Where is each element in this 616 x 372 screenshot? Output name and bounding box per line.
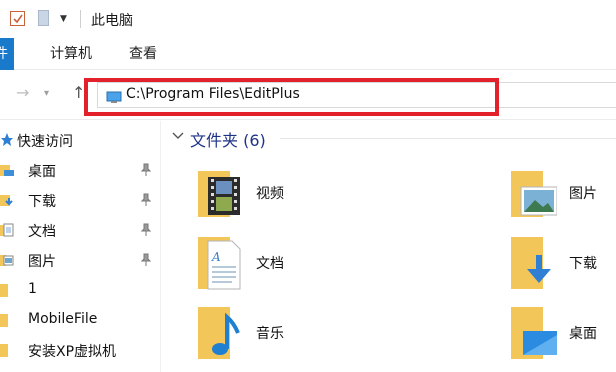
nav-item-xp-vm[interactable]: 安装XP虚拟机 (0, 336, 160, 366)
folder-tile-label: 音乐 (256, 326, 284, 342)
properties-quick-access-icon[interactable] (10, 11, 25, 26)
pictures-folder-icon (511, 171, 557, 217)
desktop-folder-icon (511, 307, 557, 359)
recent-locations-chevron-icon[interactable]: ▾ (44, 88, 49, 99)
nav-item-pictures[interactable]: 图片 (0, 246, 160, 276)
svg-text:A: A (211, 250, 221, 264)
nav-item-label: 下载 (28, 194, 56, 210)
nav-item-desktop[interactable]: 桌面 (0, 156, 160, 186)
folder-icon (0, 314, 8, 327)
tab-file[interactable]: 件 (0, 38, 14, 70)
nav-item-mobilefile[interactable]: MobileFile (0, 306, 160, 336)
folder-tile-documents[interactable]: A 文档 (196, 235, 396, 305)
nav-quick-access-label: 快速访问 (17, 134, 73, 150)
nav-item-label: 图片 (28, 254, 56, 270)
nav-item-downloads[interactable]: 下载 (0, 186, 160, 216)
folder-tile-label: 桌面 (569, 326, 597, 342)
highlight-box (84, 78, 499, 116)
music-folder-icon (198, 307, 240, 359)
pin-icon[interactable] (140, 193, 152, 207)
desktop-folder-icon (0, 165, 14, 176)
folder-tile-downloads[interactable]: 下载 (509, 235, 616, 305)
folder-tile-label: 图片 (569, 186, 597, 202)
ribbon-tabs: 件 计算机 查看 (0, 38, 616, 70)
pin-icon[interactable] (140, 163, 152, 177)
forward-icon[interactable]: → (16, 83, 29, 102)
pin-icon[interactable] (140, 253, 152, 267)
folder-tile-desktop[interactable]: 桌面 (509, 305, 616, 372)
folder-tile-music[interactable]: 音乐 (196, 305, 396, 372)
nav-item-folder-1[interactable]: 1 (0, 276, 160, 306)
folder-icon (0, 284, 8, 297)
quick-access-star-icon (1, 133, 13, 146)
pin-icon[interactable] (140, 223, 152, 237)
window-title: 此电脑 (91, 13, 133, 29)
videos-folder-icon (198, 171, 240, 217)
folders-group-label: 文件夹 (6) (190, 131, 266, 150)
nav-item-label: 安装XP虚拟机 (28, 344, 117, 360)
nav-item-documents[interactable]: 文档 (0, 216, 160, 246)
collapse-chevron-icon[interactable] (172, 130, 184, 142)
nav-item-label: 文档 (28, 224, 56, 240)
tab-view[interactable]: 查看 (129, 38, 157, 70)
documents-folder-icon (0, 223, 14, 237)
folder-tile-pictures[interactable]: 图片 (509, 165, 616, 235)
pane-divider[interactable] (160, 121, 161, 372)
folder-icon (0, 344, 8, 357)
title-separator (80, 10, 81, 28)
tab-computer[interactable]: 计算机 (50, 38, 92, 70)
documents-folder-icon: A (198, 237, 241, 290)
nav-item-label: 桌面 (28, 164, 56, 180)
nav-quick-access[interactable]: 快速访问 (0, 126, 160, 156)
folder-tile-label: 文档 (256, 256, 284, 272)
downloads-folder-icon (511, 237, 551, 289)
folder-tile-label: 视频 (256, 186, 284, 202)
folder-tile-videos[interactable]: 视频 (196, 165, 396, 235)
address-row: → ▾ ↑ C:\Program Files\EditPlus (0, 70, 616, 120)
downloads-folder-icon (0, 195, 13, 206)
folder-tile-label: 下载 (569, 256, 597, 272)
navigation-pane: 快速访问 桌面 下载 文档 图片 1 MobileFile 安装XP虚拟机 (0, 121, 160, 372)
group-divider (280, 138, 616, 139)
new-folder-quick-access-icon[interactable] (38, 10, 49, 26)
nav-item-label: MobileFile (28, 311, 98, 327)
customize-quick-access-dropdown-icon[interactable]: ▼ (60, 14, 67, 24)
title-bar: ▼ 此电脑 (0, 0, 616, 38)
nav-item-label: 1 (28, 281, 37, 297)
pictures-folder-icon (0, 255, 14, 266)
